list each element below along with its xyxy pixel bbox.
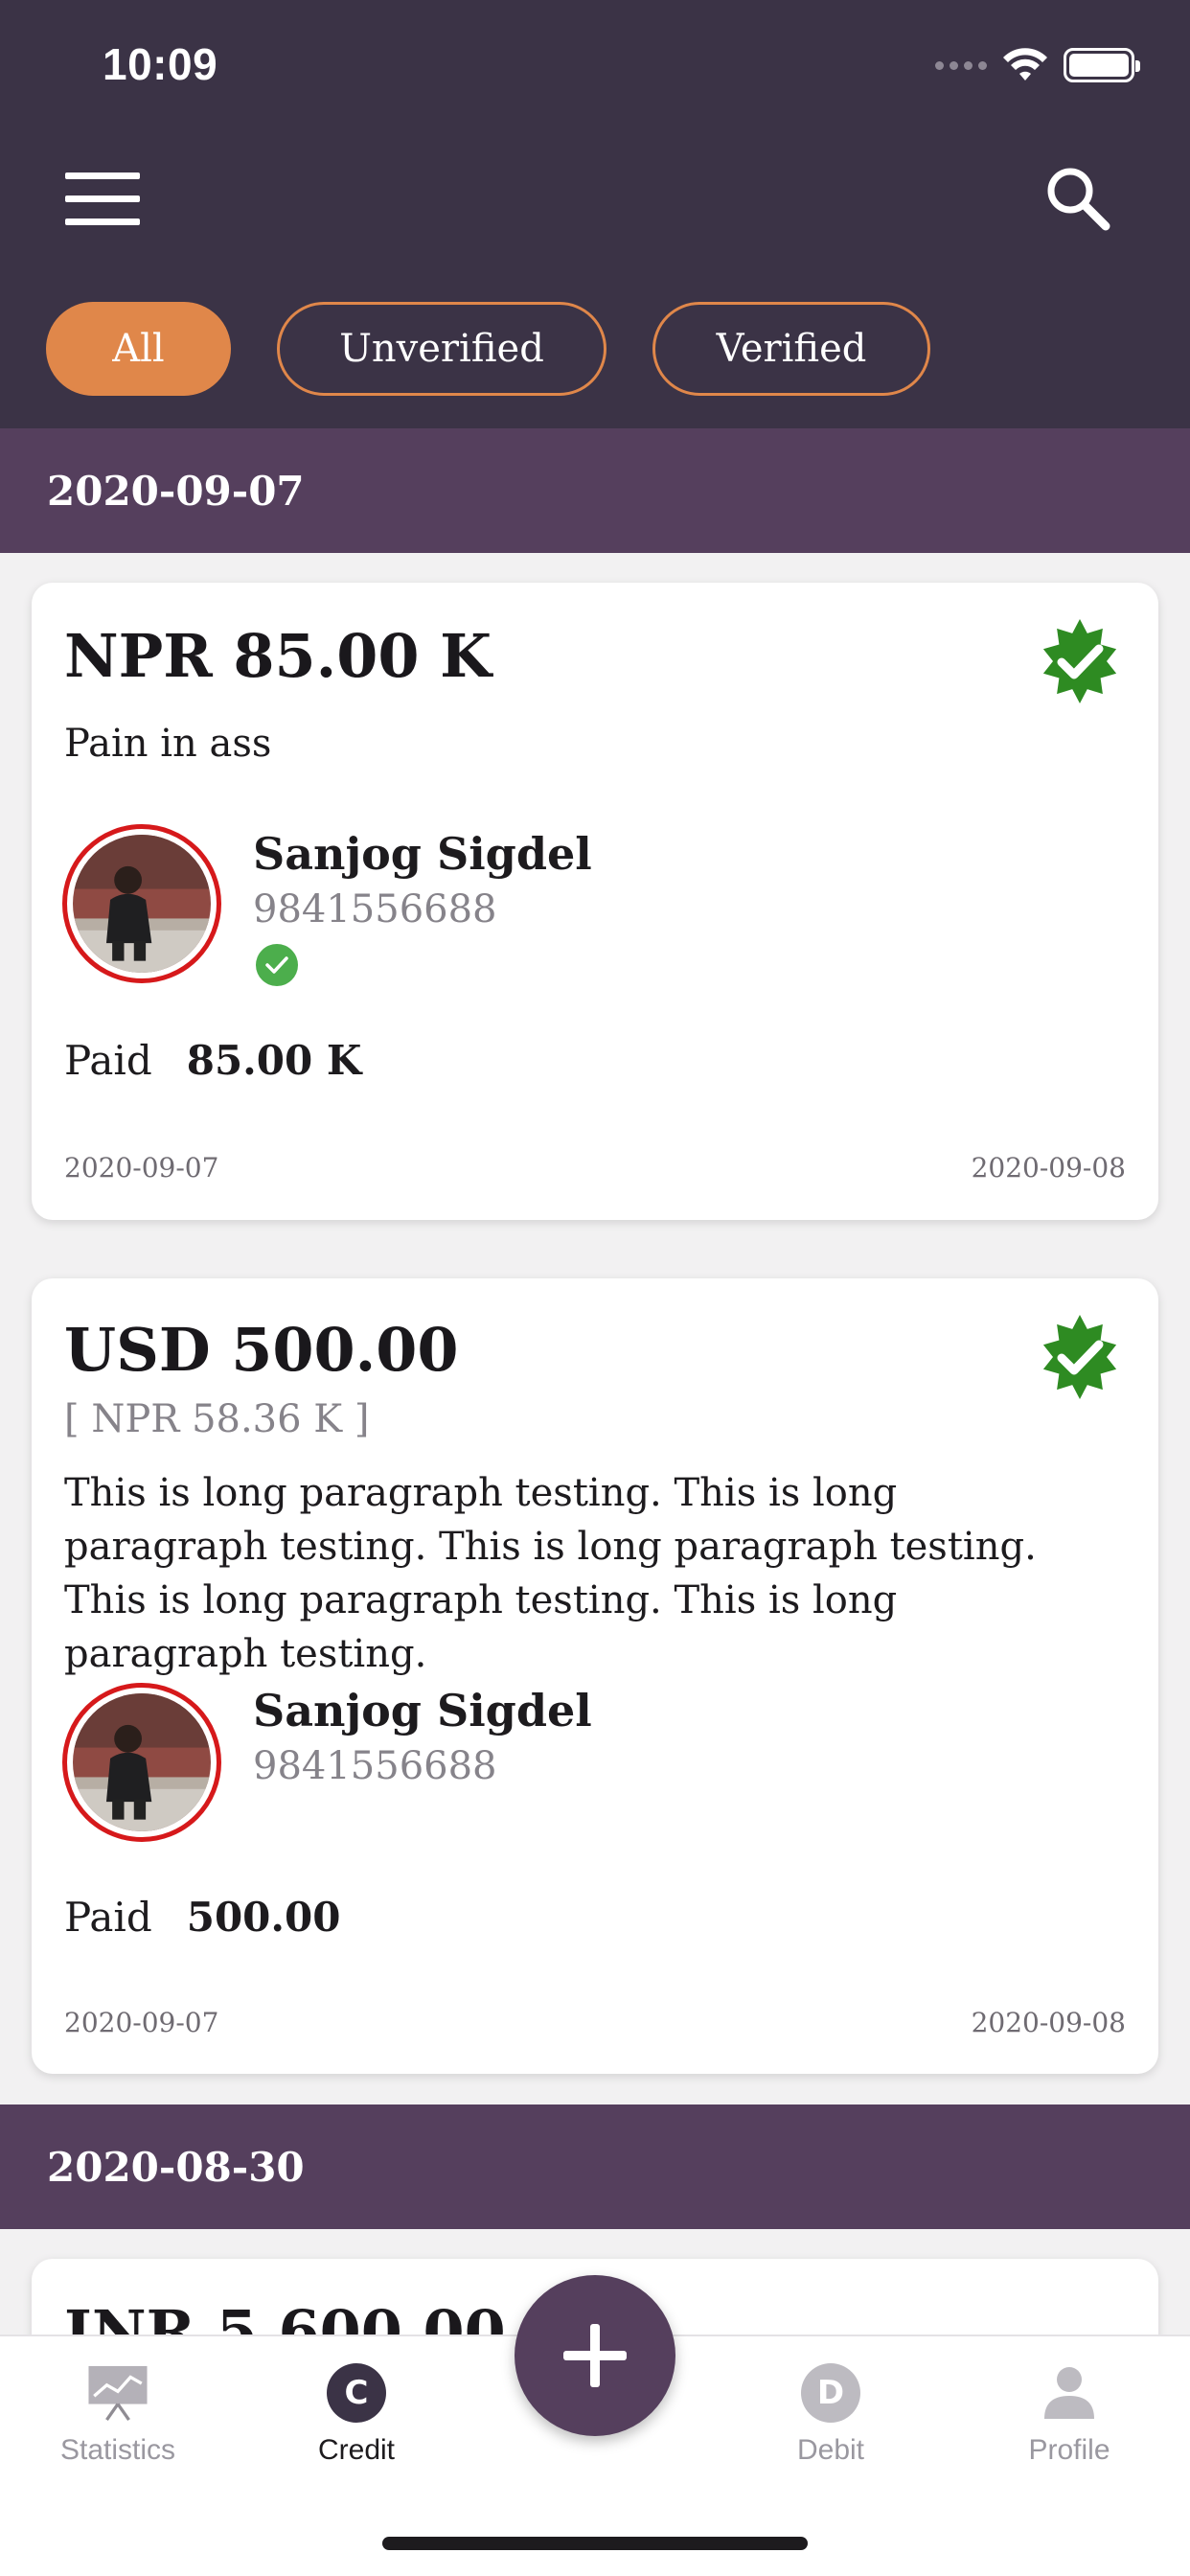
end-date: 2020-09-08 xyxy=(971,2007,1126,2038)
person-phone: 9841556688 xyxy=(253,1744,497,1788)
cellular-signal-icon xyxy=(935,60,987,70)
search-icon[interactable] xyxy=(1042,163,1111,232)
date-group-header: 2020-09-07 xyxy=(0,428,1190,553)
add-transaction-button[interactable] xyxy=(515,2275,675,2436)
paid-row: Paid 85.00 K xyxy=(64,1037,361,1084)
amount: NPR 85.00 K xyxy=(64,621,492,691)
verified-badge-icon xyxy=(1042,619,1117,703)
avatar[interactable] xyxy=(62,1683,221,1842)
contact-verified-icon xyxy=(256,944,298,986)
status-icons xyxy=(935,48,1140,82)
hamburger-menu-icon[interactable] xyxy=(65,172,140,225)
paid-row: Paid 500.00 xyxy=(64,1894,340,1941)
debit-icon: D xyxy=(801,2363,860,2423)
person-name: Sanjog Sigdel xyxy=(253,828,592,880)
paid-value: 500.00 xyxy=(186,1894,341,1941)
start-date: 2020-09-07 xyxy=(64,2007,219,2038)
filter-all-chip[interactable]: All xyxy=(46,302,231,396)
status-time: 10:09 xyxy=(103,39,218,89)
date-group-header: 2020-08-30 xyxy=(0,2104,1190,2229)
start-date: 2020-09-07 xyxy=(64,1152,219,1184)
transaction-card[interactable]: NPR 85.00 K Pain in ass Sanjog Sigdel 98… xyxy=(32,583,1158,1220)
nav-profile[interactable]: Profile xyxy=(973,2361,1165,2467)
nav-debit-label: Debit xyxy=(796,2434,865,2466)
avatar[interactable] xyxy=(62,824,221,983)
description: Pain in ass xyxy=(64,722,272,766)
avatar-photo xyxy=(73,835,211,973)
nav-statistics[interactable]: Statistics xyxy=(22,2361,214,2467)
app-header: 10:09 All Unverified Verified xyxy=(0,0,1190,428)
end-date: 2020-09-08 xyxy=(971,1152,1126,1184)
transaction-card[interactable]: USD 500.00 [ NPR 58.36 K ] This is long … xyxy=(32,1278,1158,2074)
home-indicator xyxy=(382,2537,808,2550)
person-phone: 9841556688 xyxy=(253,887,497,932)
credit-icon: C xyxy=(327,2363,386,2423)
verified-badge-icon xyxy=(1042,1315,1117,1399)
nav-statistics-label: Statistics xyxy=(59,2434,176,2466)
wifi-icon xyxy=(1003,48,1047,80)
plus-icon xyxy=(563,2324,627,2387)
amount: USD 500.00 xyxy=(64,1315,459,1385)
converted-amount: [ NPR 58.36 K ] xyxy=(64,1397,370,1441)
nav-debit[interactable]: D Debit xyxy=(735,2361,927,2467)
person-name: Sanjog Sigdel xyxy=(253,1685,592,1736)
filter-chips: All Unverified Verified xyxy=(46,302,930,396)
nav-credit-label: Credit xyxy=(317,2434,396,2466)
nav-credit[interactable]: C Credit xyxy=(261,2361,452,2467)
chart-board-icon xyxy=(88,2365,148,2421)
nav-profile-label: Profile xyxy=(1028,2434,1110,2466)
paid-label: Paid xyxy=(64,1037,152,1084)
paid-label: Paid xyxy=(64,1894,152,1941)
paid-value: 85.00 K xyxy=(186,1037,362,1084)
battery-icon xyxy=(1064,48,1140,82)
description: This is long paragraph testing. This is … xyxy=(64,1471,1037,1676)
filter-unverified-chip[interactable]: Unverified xyxy=(277,302,606,396)
person-icon xyxy=(1044,2367,1094,2419)
filter-verified-chip[interactable]: Verified xyxy=(652,302,930,396)
avatar-photo xyxy=(73,1693,211,1831)
